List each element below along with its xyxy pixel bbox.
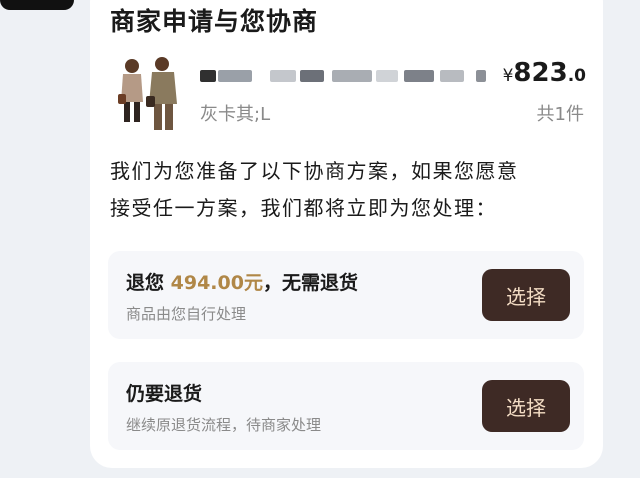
option-subtitle: 商品由您自行处理 bbox=[126, 305, 247, 323]
option-heading: 仍要退货 bbox=[126, 383, 203, 405]
redaction-block bbox=[404, 70, 434, 82]
product-thumbnail[interactable] bbox=[108, 54, 190, 136]
product-price: ¥823.0 bbox=[500, 58, 586, 88]
redaction-block bbox=[300, 70, 324, 82]
product-name-redacted[interactable] bbox=[200, 64, 488, 86]
price-decimal: .0 bbox=[567, 66, 586, 86]
redaction-block bbox=[218, 70, 252, 82]
redaction-block bbox=[332, 70, 372, 82]
intro-text: 我们为您准备了以下协商方案，如果您愿意 接受任一方案，我们都将立即为您处理： bbox=[110, 153, 600, 227]
corner-fragment bbox=[0, 0, 74, 10]
option-continue-return: 仍要退货 继续原退货流程，待商家处理 选择 bbox=[108, 362, 584, 450]
product-photo-icon bbox=[108, 54, 190, 136]
currency-symbol: ¥ bbox=[502, 66, 514, 86]
select-button-return[interactable]: 选择 bbox=[482, 380, 570, 432]
product-variant: 灰卡其;L bbox=[200, 104, 271, 125]
intro-line-2: 接受任一方案，我们都将立即为您处理： bbox=[110, 196, 497, 220]
redaction-block bbox=[200, 70, 216, 82]
page-title: 商家申请与您协商 bbox=[110, 7, 319, 36]
intro-line-1: 我们为您准备了以下协商方案，如果您愿意 bbox=[110, 159, 519, 183]
price-integer: 823 bbox=[513, 58, 568, 88]
option-heading: 退您 494.00元，无需退货 bbox=[126, 268, 358, 295]
redaction-block bbox=[270, 70, 296, 82]
refund-amount: 494.00元 bbox=[170, 272, 263, 294]
redaction-block bbox=[376, 70, 398, 82]
redaction-block bbox=[476, 70, 486, 82]
option-heading-prefix: 退您 bbox=[126, 272, 171, 294]
select-button-refund[interactable]: 选择 bbox=[482, 269, 570, 321]
option-subtitle: 继续原退货流程，待商家处理 bbox=[126, 416, 322, 434]
option-heading-suffix: ，无需退货 bbox=[262, 272, 358, 294]
product-quantity: 共1件 bbox=[536, 104, 584, 125]
redaction-block bbox=[440, 70, 464, 82]
option-refund-no-return: 退您 494.00元，无需退货 商品由您自行处理 选择 bbox=[108, 251, 584, 339]
